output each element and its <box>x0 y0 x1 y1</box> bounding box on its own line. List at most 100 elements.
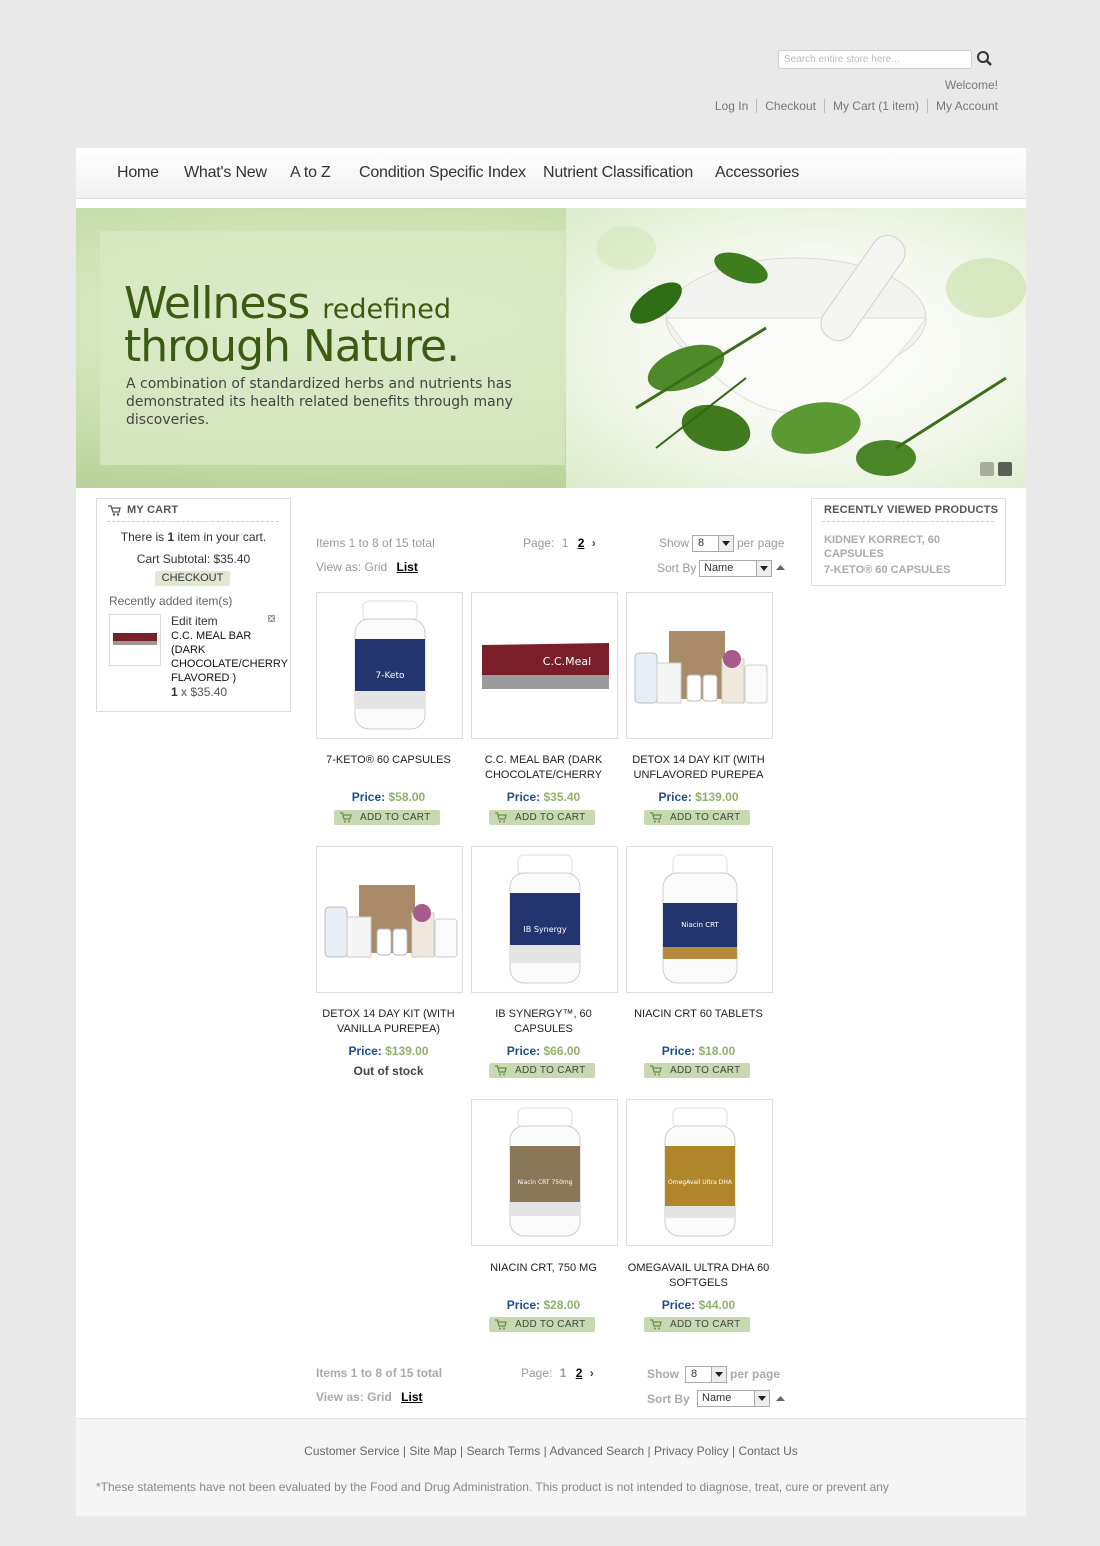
footer: Customer Service | Site Map | Search Ter… <box>76 1418 1026 1516</box>
my-cart-link[interactable]: My Cart (1 item) <box>823 99 927 113</box>
add-to-cart-button[interactable]: ADD TO CART <box>489 1063 595 1078</box>
bottle-image: Niacin CRT <box>662 854 738 984</box>
limiter-select-bottom[interactable]: 8 <box>685 1366 727 1383</box>
footer-link-advanced-search[interactable]: Advanced Search <box>549 1444 644 1458</box>
price-label: Price: <box>506 1044 541 1058</box>
per-page-label: per page <box>737 536 785 550</box>
nav-nutrient-classification[interactable]: Nutrient Classification <box>543 164 693 182</box>
cart-item-name[interactable]: C.C. MEAL BAR (DARK CHOCOLATE/CHERRY FLA… <box>171 629 288 685</box>
banner-headline-line2: through Nature. <box>124 321 460 372</box>
my-account-link[interactable]: My Account <box>926 99 998 113</box>
add-to-cart-button[interactable]: ADD TO CART <box>644 810 750 825</box>
rv-item[interactable]: 7-KETO® 60 CAPSULES <box>824 564 951 576</box>
product-name[interactable]: OMEGAVAIL ULTRA DHA 60 SOFTGELS <box>625 1261 772 1291</box>
product-name[interactable]: NIACIN CRT, 750 MG <box>470 1261 617 1276</box>
sort-ascending-icon[interactable] <box>776 564 785 571</box>
page-2-link[interactable]: 2 <box>578 536 585 550</box>
add-to-cart-button[interactable]: ADD TO CART <box>644 1317 750 1332</box>
product-image[interactable]: Niacin CRT <box>626 846 773 993</box>
footer-link-site-map[interactable]: Site Map <box>409 1444 456 1458</box>
out-of-stock-label: Out of stock <box>353 1064 424 1078</box>
footer-link-contact-us[interactable]: Contact Us <box>738 1444 797 1458</box>
hero-banner[interactable]: Wellness redefined through Nature. A com… <box>76 208 1026 488</box>
product-price: Price: $28.00 <box>470 1298 617 1312</box>
product-image[interactable]: C.C.Meal <box>471 592 618 739</box>
cart-icon <box>495 812 507 823</box>
slider-dot-2[interactable] <box>998 462 1012 476</box>
price-value: $66.00 <box>543 1044 581 1058</box>
limiter-select[interactable]: 8 <box>692 535 734 552</box>
price-value: $28.00 <box>543 1298 581 1312</box>
slider-dot-1[interactable] <box>980 462 994 476</box>
sort-select[interactable]: Name <box>699 560 772 577</box>
nav-accessories[interactable]: Accessories <box>715 164 799 182</box>
bottle-image: 7-Keto <box>354 600 426 730</box>
price-value: $139.00 <box>695 790 739 804</box>
product-label-text: OmegAvail Ultra DHA <box>668 1179 733 1186</box>
bottle-image: Niacin CRT 750mg <box>509 1107 581 1237</box>
toolbar-item-count-bottom: Items 1 to 8 of 15 total <box>316 1366 443 1380</box>
price-value: $139.00 <box>385 1044 429 1058</box>
footer-link-privacy-policy[interactable]: Privacy Policy <box>654 1444 729 1458</box>
per-page-label: per page <box>730 1367 781 1381</box>
add-to-cart-button[interactable]: ADD TO CART <box>644 1063 750 1078</box>
add-to-cart-label: ADD TO CART <box>670 812 741 823</box>
product-name[interactable]: DETOX 14 DAY KIT (WITH VANILLA PUREPEA) <box>315 1007 462 1037</box>
product-image[interactable] <box>316 846 463 993</box>
login-link[interactable]: Log In <box>707 99 756 113</box>
bottle-image: IB Synergy <box>509 854 581 984</box>
product-image[interactable]: Niacin CRT 750mg <box>471 1099 618 1246</box>
next-page-arrow-icon[interactable]: › <box>590 1366 594 1380</box>
product-name[interactable]: IB SYNERGY™, 60 CAPSULES <box>470 1007 617 1037</box>
product-name[interactable]: DETOX 14 DAY KIT (WITH UNFLAVORED PUREPE… <box>625 753 772 783</box>
nav-home[interactable]: Home <box>117 164 159 182</box>
cart-status-post: item in your cart. <box>174 530 267 544</box>
product-name[interactable]: 7-KETO® 60 CAPSULES <box>315 753 462 768</box>
cart-icon <box>650 1319 662 1330</box>
add-to-cart-button[interactable]: ADD TO CART <box>334 810 440 825</box>
search-input[interactable] <box>784 52 966 67</box>
edit-item-link[interactable]: Edit item <box>171 614 218 628</box>
recently-viewed-title: RECENTLY VIEWED PRODUCTS <box>824 504 999 516</box>
nav-a-to-z[interactable]: A to Z <box>290 164 331 182</box>
product-price: Price: $18.00 <box>625 1044 772 1058</box>
product-image[interactable]: OmegAvail Ultra DHA <box>626 1099 773 1246</box>
sort-ascending-icon[interactable] <box>776 1395 785 1402</box>
product-label-text: Niacin CRT 750mg <box>517 1179 572 1186</box>
product-price: Price: $139.00 <box>625 790 772 804</box>
next-page-arrow-icon[interactable]: › <box>592 536 596 550</box>
welcome-message: Welcome! <box>944 78 998 92</box>
kit-image <box>324 885 458 958</box>
checkout-link[interactable]: Checkout <box>756 99 824 113</box>
add-to-cart-label: ADD TO CART <box>515 1319 586 1330</box>
product-name[interactable]: NIACIN CRT 60 TABLETS <box>625 1007 772 1022</box>
cart-item-thumbnail[interactable] <box>109 614 161 666</box>
cart-subtotal: Cart Subtotal: $35.40 <box>136 552 251 566</box>
product-image[interactable] <box>626 592 773 739</box>
cart-item-price: x $35.40 <box>181 685 228 699</box>
nav-condition-specific-index[interactable]: Condition Specific Index <box>359 164 526 182</box>
footer-link-customer-service[interactable]: Customer Service <box>304 1444 399 1458</box>
product-label-text: IB Synergy <box>523 925 566 934</box>
chevron-down-icon <box>754 1391 769 1406</box>
recently-added-label: Recently added item(s) <box>109 594 233 608</box>
view-list-link[interactable]: List <box>397 560 418 574</box>
product-image[interactable]: 7-Keto <box>316 592 463 739</box>
footer-link-search-terms[interactable]: Search Terms <box>467 1444 541 1458</box>
remove-item-icon[interactable] <box>268 615 275 622</box>
search-button[interactable] <box>976 50 994 68</box>
cart-checkout-button[interactable]: CHECKOUT <box>155 571 230 586</box>
add-to-cart-button[interactable]: ADD TO CART <box>489 810 595 825</box>
view-list-link[interactable]: List <box>401 1390 422 1404</box>
view-as-label: View as: <box>316 1390 364 1404</box>
rv-item[interactable]: KIDNEY KORRECT, 60 CAPSULES <box>824 533 984 561</box>
product-name[interactable]: C.C. MEAL BAR (DARK CHOCOLATE/CHERRY <box>470 753 617 783</box>
page-2-link[interactable]: 2 <box>576 1366 583 1380</box>
nav-whats-new[interactable]: What's New <box>184 164 267 182</box>
sort-select-bottom[interactable]: Name <box>697 1390 770 1407</box>
main-nav: Home What's New A to Z Condition Specifi… <box>76 148 1026 199</box>
cart-icon <box>650 812 662 823</box>
top-links: Log In Checkout My Cart (1 item) My Account <box>707 99 998 113</box>
product-image[interactable]: IB Synergy <box>471 846 618 993</box>
add-to-cart-button[interactable]: ADD TO CART <box>489 1317 595 1332</box>
